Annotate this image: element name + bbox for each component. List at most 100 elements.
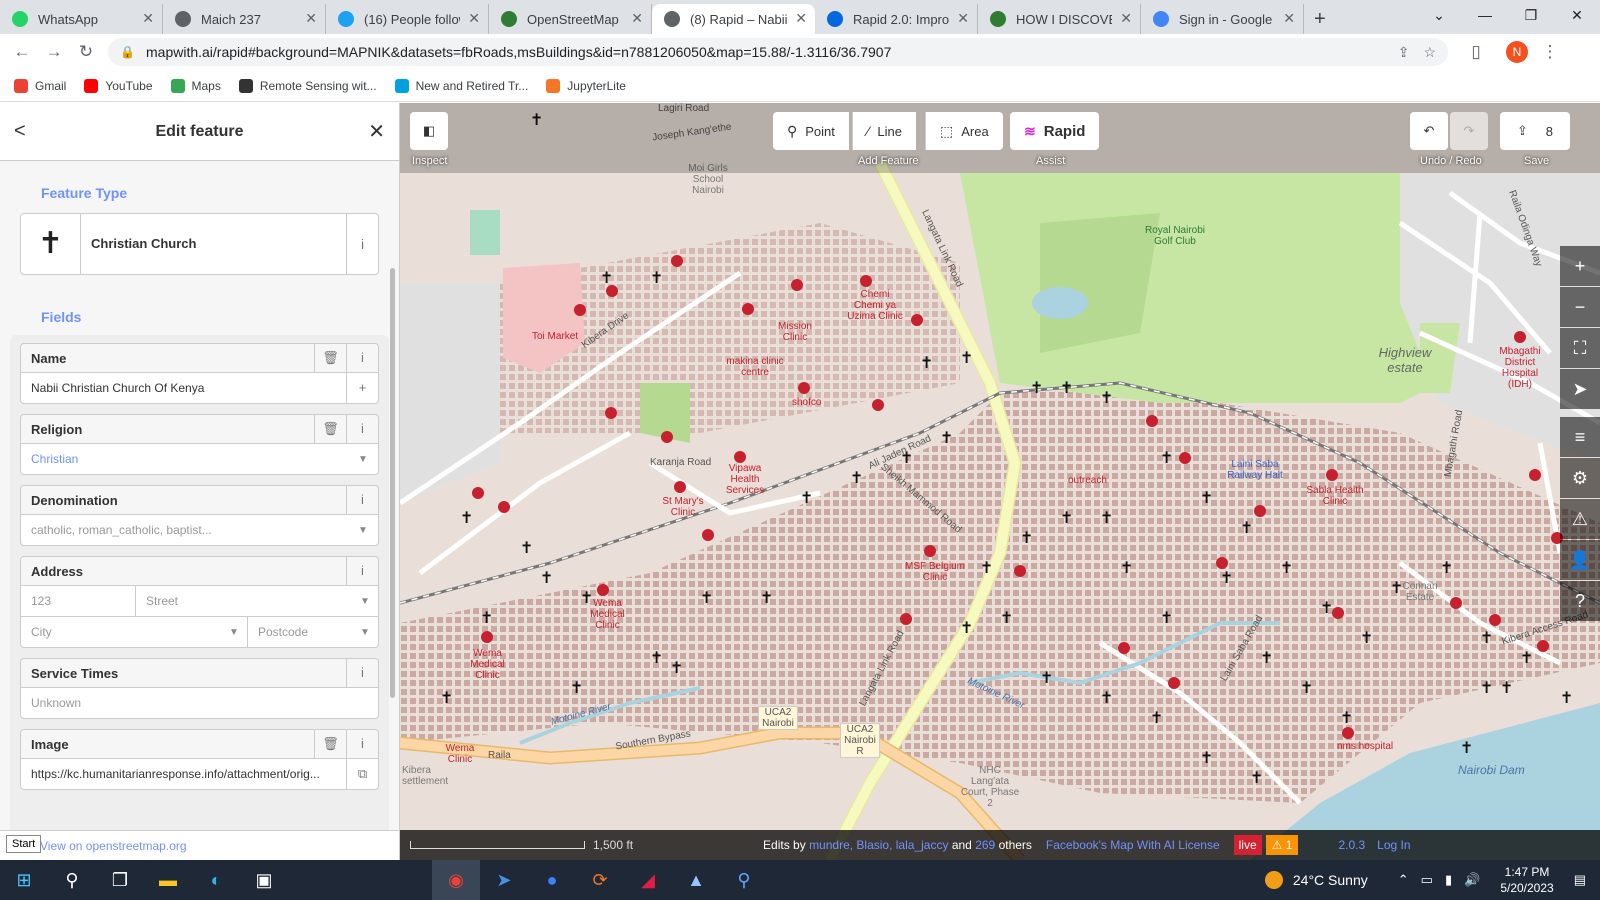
add-point-button[interactable]: ⚲ Point [773, 112, 849, 150]
tab-rapid-blog[interactable]: Rapid 2.0: Improvir✕ [815, 4, 978, 34]
weather-widget[interactable]: 24°C Sunny [1264, 871, 1368, 889]
map-label-st-marys[interactable]: St Mary's Clinic [658, 496, 708, 518]
map-label-shofco[interactable]: shofco [792, 397, 821, 408]
minimize-button[interactable]: — [1462, 0, 1508, 30]
close-icon[interactable]: ✕ [957, 10, 969, 27]
map-label-makina[interactable]: makina clinic centre [720, 356, 790, 378]
map-label-conan[interactable]: Connan Estate [1400, 581, 1440, 603]
bookmark-esri[interactable]: New and Retired Tr... [394, 78, 528, 93]
info-icon[interactable]: i [346, 730, 378, 758]
map-label-msf[interactable]: MSF Belgium Clinic [900, 561, 970, 583]
save-button[interactable]: ⇪ 8 [1500, 112, 1570, 150]
view-on-osm-link[interactable]: View on openstreetmap.org [0, 830, 399, 860]
feature-type-selector[interactable]: ✝ Christian Church i [20, 213, 379, 275]
trash-icon[interactable]: 🗑 [314, 415, 346, 443]
trash-icon[interactable]: 🗑 [314, 344, 346, 372]
tab-twitter[interactable]: (16) People followi✕ [326, 4, 489, 34]
zoom-out-button[interactable]: − [1560, 287, 1600, 327]
map-label-raila[interactable]: Raila [488, 750, 511, 761]
fields-heading[interactable]: Fields [0, 307, 399, 327]
map-label-outreach[interactable]: outreach [1068, 475, 1107, 486]
external-link-icon[interactable]: ⧉ [346, 759, 378, 789]
map-label-mission-clinic[interactable]: Mission Clinic [770, 321, 820, 343]
bookmark-remote-sensing[interactable]: Remote Sensing wit... [238, 78, 377, 93]
inspect-button[interactable]: ◧ [410, 112, 448, 150]
app-icon-5[interactable]: ⚲ [720, 860, 768, 900]
image-url-input[interactable]: https://kc.humanitarianresponse.info/att… [20, 759, 379, 790]
warnings-badge[interactable]: ⚠ 1 [1265, 835, 1299, 855]
tab-maich[interactable]: Maich 237 ✕ [163, 4, 326, 34]
license-link[interactable]: Facebook's Map With AI License [1046, 838, 1220, 852]
zoom-to-selection-icon[interactable]: ⛶ [1560, 328, 1600, 368]
map-label-toi-market[interactable]: Toi Market [532, 331, 578, 342]
app-icon-1[interactable]: ➤ [480, 860, 528, 900]
bookmark-youtube[interactable]: YouTube [84, 78, 153, 93]
chevron-down-icon[interactable]: ▼ [352, 596, 378, 607]
bookmark-gmail[interactable]: Gmail [14, 78, 66, 93]
map-label-kibera-settlement[interactable]: Kibera settlement [402, 765, 448, 787]
map-label-nhc[interactable]: NHC Lang'ata Court, Phase 2 [960, 765, 1020, 809]
close-window-button[interactable]: ✕ [1554, 0, 1600, 30]
map-label-laini-saba[interactable]: Laini Saba Railway Halt [1225, 459, 1285, 481]
info-icon[interactable]: i [346, 415, 378, 443]
tab-search-icon[interactable]: ⌄ [1416, 0, 1462, 30]
info-icon[interactable]: i [346, 344, 378, 372]
close-icon[interactable]: ✕ [1283, 10, 1295, 27]
info-icon[interactable]: i [346, 659, 378, 687]
close-icon[interactable]: ✕ [468, 10, 480, 27]
app-icon-3[interactable]: ◢ [624, 860, 672, 900]
map-label-uca2-b[interactable]: UCA2 Nairobi R [840, 723, 880, 758]
map-label-mbagathi[interactable]: Mbagathi District Hospital (IDH) [1490, 346, 1550, 390]
jupyter-app-icon[interactable]: ⟳ [576, 860, 624, 900]
add-area-button[interactable]: ⬚ Area [925, 112, 1003, 150]
reload-button[interactable]: ↻ [70, 42, 102, 62]
restore-button[interactable]: ❐ [1508, 0, 1554, 30]
rapid-assist-button[interactable]: ≋ Rapid [1010, 112, 1100, 150]
back-button[interactable]: ← [6, 42, 38, 62]
plus-icon[interactable]: + [346, 373, 378, 403]
chrome-icon[interactable]: ◉ [432, 860, 480, 900]
map-label-nms[interactable]: nms hospital [1337, 741, 1393, 752]
chevron-down-icon[interactable]: ▼ [348, 525, 378, 536]
religion-combo[interactable]: Christian ▼ [20, 444, 379, 475]
tab-openstreetmap[interactable]: OpenStreetMap | A✕ [489, 4, 652, 34]
forward-button[interactable]: → [38, 42, 70, 62]
close-icon[interactable]: ✕ [795, 10, 807, 27]
chevron-up-icon[interactable]: ⌃ [1398, 872, 1409, 888]
help-icon[interactable]: ? [1560, 581, 1600, 621]
sidebar-scrollbar[interactable] [390, 268, 395, 698]
tab-google-signin[interactable]: Sign in - Google A ✕ [1141, 4, 1304, 34]
redo-button[interactable]: ↷ [1450, 112, 1488, 150]
app-icon-4[interactable]: ▲ [672, 860, 720, 900]
scale-bar[interactable] [410, 841, 585, 849]
info-icon[interactable]: i [346, 214, 378, 274]
bookmark-maps[interactable]: Maps [170, 78, 221, 93]
info-icon[interactable]: i [346, 557, 378, 585]
map-canvas[interactable]: ✝ ✝ ✝ ✝ ✝ ✝ ✝ ✝ ✝ ✝ ✝ ✝ ✝ ✝ ✝ ✝ ✝ ✝ ✝ ✝ ✝ ✝ ✝ ✝ ✝ ✝ ✝ ✝ ✝ ✝ … [400, 103, 1600, 860]
postcode-input[interactable]: Postcode ▼ [248, 617, 378, 647]
battery-icon[interactable]: ▮ [1445, 872, 1452, 888]
profile-avatar[interactable]: N [1506, 41, 1528, 63]
clock[interactable]: 1:47 PM 5/20/2023 [1500, 864, 1553, 896]
undo-button[interactable]: ↶ [1410, 112, 1448, 150]
housenumber-input[interactable]: 123 [21, 586, 136, 616]
bookmark-jupyterlite[interactable]: JupyterLite [546, 78, 626, 93]
share-icon[interactable]: ⇪ [1398, 44, 1410, 61]
new-tab-button[interactable]: + [1304, 4, 1336, 34]
preferences-icon[interactable]: 👤 [1560, 540, 1600, 580]
task-view-icon[interactable]: ❐ [96, 860, 144, 900]
map-label-wema-2[interactable]: Wema Medical Clinic [465, 648, 510, 681]
feature-type-heading[interactable]: Feature Type [0, 183, 399, 203]
map-label-uca2-a[interactable]: UCA2 Nairobi [758, 706, 798, 730]
geolocate-icon[interactable]: ➤ [1560, 369, 1600, 409]
close-icon[interactable]: ✕ [305, 10, 317, 27]
network-icon[interactable]: ▭ [1421, 872, 1433, 888]
tab-how-i-discovered[interactable]: HOW I DISCOVERE✕ [978, 4, 1141, 34]
windows-start-icon[interactable]: ⊞ [0, 860, 48, 900]
tab-whatsapp[interactable]: WhatsApp ✕ [0, 4, 163, 34]
denomination-combo[interactable]: catholic, roman_catholic, baptist... ▼ [20, 515, 379, 546]
chevron-down-icon[interactable]: ▼ [348, 454, 378, 465]
service-times-input[interactable]: Unknown [20, 688, 379, 719]
map-label-chemi[interactable]: Chemi Chemi ya Uzima Clinic [845, 289, 905, 322]
city-input[interactable]: City ▼ [21, 617, 248, 647]
